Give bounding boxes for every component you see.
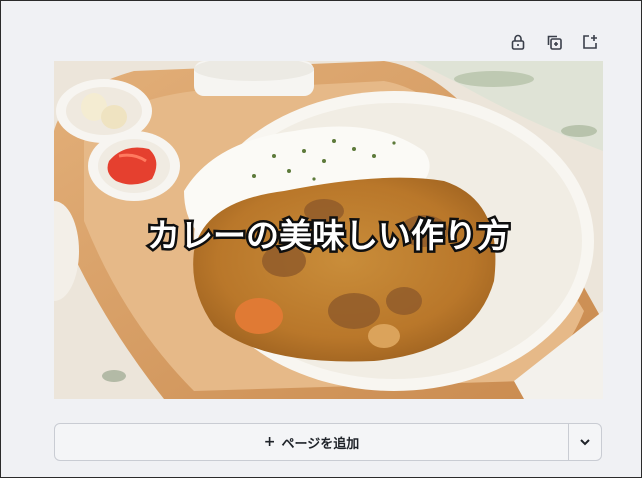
editor-frame: カレーの美味しい作り方 + ページを追加 [0,0,642,478]
add-page-label: ページを追加 [281,436,360,452]
page-canvas[interactable]: カレーの美味しい作り方 [54,61,603,399]
page-title: カレーの美味しい作り方 [145,214,513,258]
chevron-down-icon [580,439,590,446]
plus-icon: + [263,434,276,450]
duplicate-page-button[interactable] [543,31,565,53]
add-page-button[interactable]: + ページを追加 [55,424,568,460]
page-toolbar [507,31,601,53]
add-page-icon [583,35,597,49]
add-page-bar: + ページを追加 [54,423,602,461]
add-page-options-button[interactable] [568,424,601,460]
lock-icon [511,34,525,50]
duplicate-page-icon [547,35,562,50]
add-page-icon-button[interactable] [579,31,601,53]
lock-page-button[interactable] [507,31,529,53]
